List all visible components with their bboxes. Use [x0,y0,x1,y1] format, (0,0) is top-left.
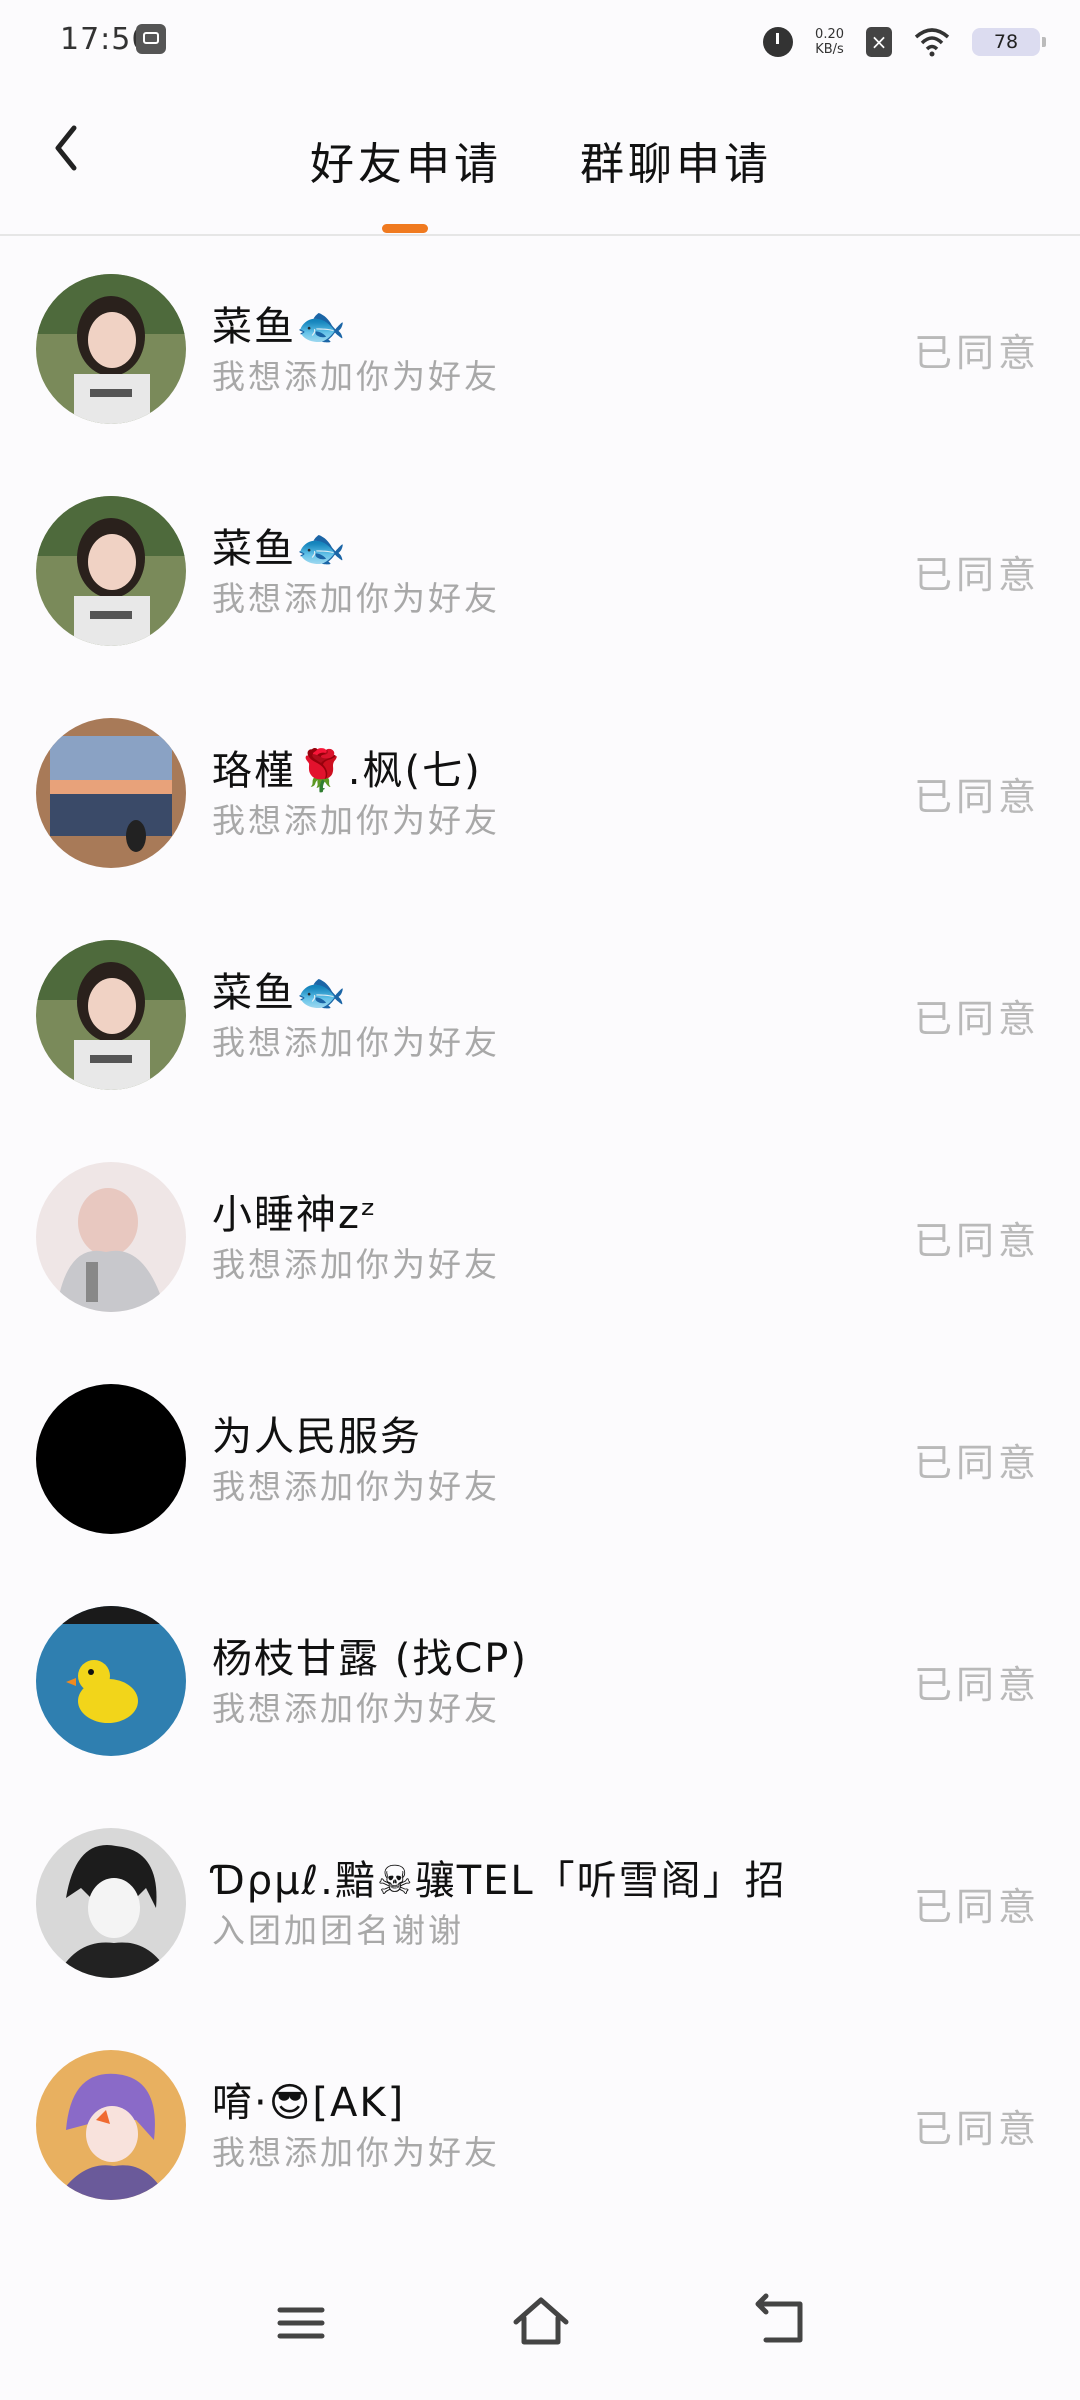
avatar[interactable] [36,1384,186,1534]
system-navigation-bar [0,2270,1080,2400]
back-button[interactable] [40,118,100,178]
tab-friend-requests[interactable]: 好友申请 [310,128,502,192]
request-row[interactable]: Ɗρμℓ.黯☠骧TEL「听雪阁」招 入团加团名谢谢 已同意 [0,1790,1080,2012]
status-label: 已同意 [913,331,1040,375]
request-message: 我想添加你为好友 [212,1467,500,1506]
header: 好友申请 群聊申请 [0,84,1080,236]
menu-icon [277,2307,325,2339]
status-icons: 0.20 KB/s × 78 [763,18,1046,66]
requester-name: 菜鱼🐟 [212,526,348,572]
status-label: 已同意 [913,1885,1040,1929]
request-message: 入团加团名谢谢 [212,1911,464,1950]
requester-name: 菜鱼🐟 [212,304,348,350]
avatar[interactable] [36,718,186,868]
requester-name: 唷·😎[AK] [212,2080,406,2126]
status-bar: 17:56 0.20 KB/s × 78 [0,0,1080,84]
no-sim-icon: × [866,27,892,57]
battery-indicator: 78 [972,28,1046,56]
app-notification-icon [136,24,166,54]
request-row[interactable]: 唷·😎[AK] 我想添加你为好友 已同意 [0,2012,1080,2234]
request-message: 我想添加你为好友 [212,1023,500,1062]
requester-name: 杨枝甘露 (找CP) [212,1636,528,1682]
request-message: 我想添加你为好友 [212,579,500,618]
avatar[interactable] [36,1162,186,1312]
request-list: 菜鱼🐟 我想添加你为好友 已同意 菜鱼🐟 我想添加你为好友 已同意 珞槿🌹.枫(… [0,236,1080,2234]
home-button[interactable] [506,2288,576,2358]
status-label: 已同意 [913,1219,1040,1263]
request-row[interactable]: 杨枝甘露 (找CP) 我想添加你为好友 已同意 [0,1568,1080,1790]
request-message: 我想添加你为好友 [212,357,500,396]
status-label: 已同意 [913,1663,1040,1707]
avatar[interactable] [36,940,186,1090]
back-arrow-icon [55,125,77,171]
request-message: 我想添加你为好友 [212,2133,500,2172]
status-label: 已同意 [913,775,1040,819]
avatar[interactable] [36,2050,186,2200]
request-message: 我想添加你为好友 [212,1689,500,1728]
avatar[interactable] [36,496,186,646]
requester-name: 为人民服务 [212,1414,422,1460]
requester-name: 珞槿🌹.枫(七) [212,748,482,794]
home-icon [513,2297,569,2345]
avatar[interactable] [36,1828,186,1978]
status-label: 已同意 [913,997,1040,1041]
network-speed: 0.20 KB/s [815,27,844,57]
return-icon [755,2293,803,2343]
request-row[interactable]: 珞槿🌹.枫(七) 我想添加你为好友 已同意 [0,680,1080,902]
network-speed-unit: KB/s [815,42,844,57]
tab-group-requests[interactable]: 群聊申请 [580,128,772,192]
requester-name: 菜鱼🐟 [212,970,348,1016]
wifi-icon [914,27,950,57]
request-row[interactable]: 为人民服务 我想添加你为好友 已同意 [0,1346,1080,1568]
active-tab-indicator [382,224,428,233]
status-label: 已同意 [913,1441,1040,1485]
menu-button[interactable] [266,2288,336,2358]
status-label: 已同意 [913,2107,1040,2151]
request-message: 我想添加你为好友 [212,801,500,840]
back-nav-button[interactable] [746,2288,816,2358]
requester-name: Ɗρμℓ.黯☠骧TEL「听雪阁」招 [212,1858,787,1904]
request-row[interactable]: 菜鱼🐟 我想添加你为好友 已同意 [0,902,1080,1124]
alarm-icon [763,27,794,57]
status-label: 已同意 [913,553,1040,597]
request-row[interactable]: 菜鱼🐟 我想添加你为好友 已同意 [0,236,1080,458]
avatar[interactable] [36,1606,186,1756]
request-row[interactable]: 小睡神zᶻ 我想添加你为好友 已同意 [0,1124,1080,1346]
request-row[interactable]: 菜鱼🐟 我想添加你为好友 已同意 [0,458,1080,680]
request-message: 我想添加你为好友 [212,1245,500,1284]
network-speed-value: 0.20 [815,27,844,42]
requester-name: 小睡神zᶻ [212,1192,378,1238]
avatar[interactable] [36,274,186,424]
